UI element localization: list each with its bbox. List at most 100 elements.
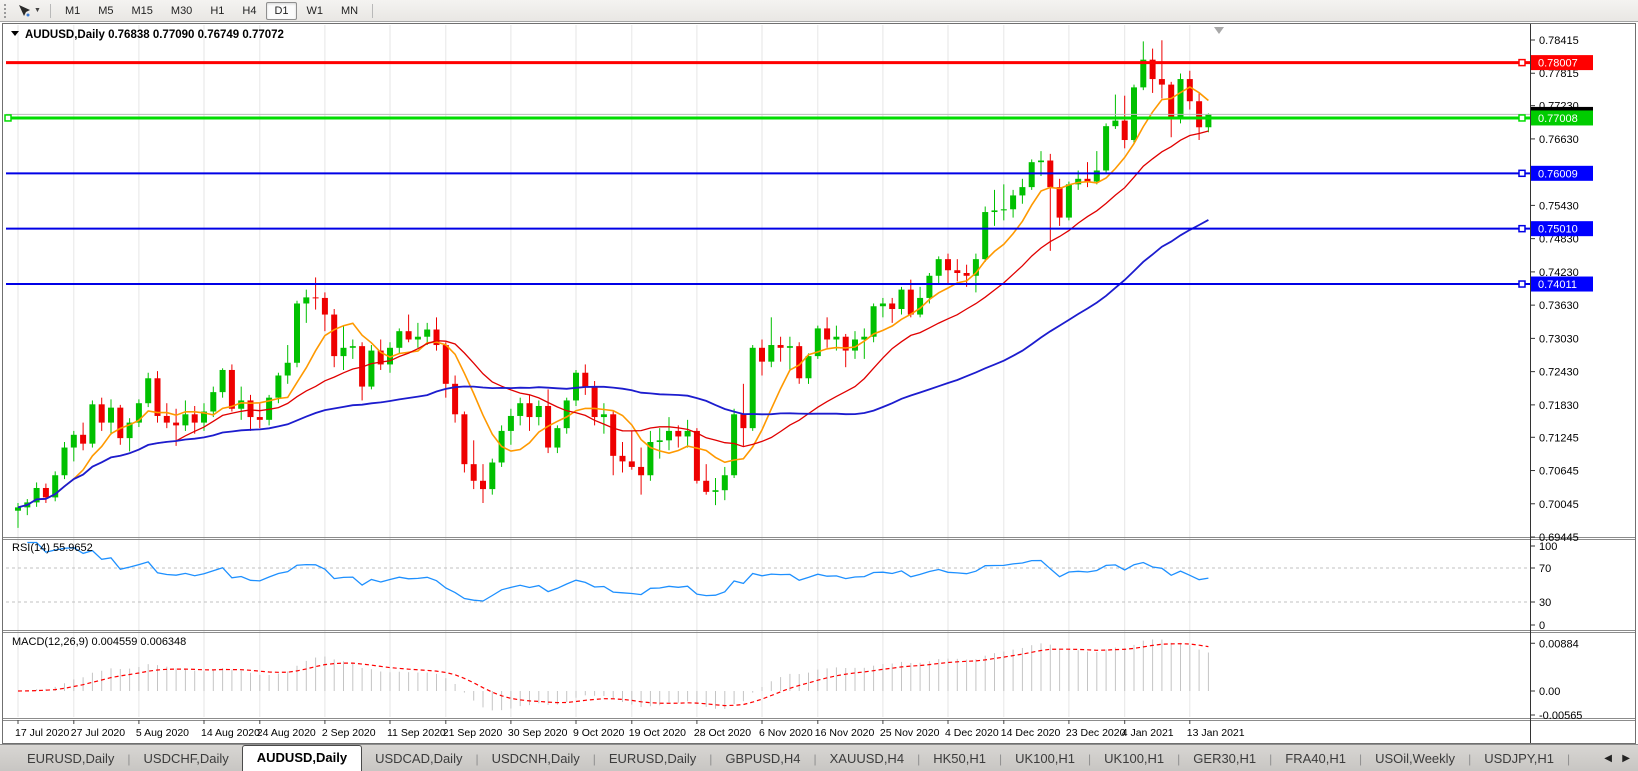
candle-body <box>693 430 700 481</box>
price-tick-label: 0.70045 <box>1539 499 1579 511</box>
chart-title-group: AUDUSD,Daily 0.76838 0.77090 0.76749 0.7… <box>11 29 284 41</box>
line-handle[interactable] <box>1518 114 1526 122</box>
line-handle[interactable] <box>4 114 12 122</box>
date-tick-label: 2 Sep 2020 <box>322 727 376 739</box>
macd-level-label: -0.00565 <box>1539 710 1582 722</box>
tab-usoil-weekly[interactable]: USOil,Weekly <box>1362 747 1468 771</box>
chart-title: AUDUSD,Daily 0.76838 0.77090 0.76749 0.7… <box>25 29 284 41</box>
chart-canvas[interactable]: 0.784150.778150.772300.766300.754300.748… <box>0 0 1638 771</box>
cursor-tool-dropdown-icon[interactable]: ▼ <box>34 7 41 14</box>
candle-body <box>154 378 161 416</box>
line-handle[interactable] <box>1518 58 1526 67</box>
candle-body <box>582 372 589 387</box>
tab-uk100-h1[interactable]: UK100,H1 <box>1002 747 1088 771</box>
candle-body <box>1158 79 1165 85</box>
candle-body <box>108 407 114 423</box>
price-badge-label: 0.77008 <box>1538 113 1578 125</box>
candle-body <box>163 415 170 423</box>
candle-body <box>1000 209 1007 211</box>
line-handle[interactable] <box>1518 280 1526 288</box>
cursor-tool-icon[interactable] <box>15 3 33 19</box>
rsi-level-label: 30 <box>1539 597 1551 609</box>
tab-usdjpy-h1[interactable]: USDJPY,H1 <box>1471 747 1567 771</box>
price-tick-label: 0.73630 <box>1539 300 1579 312</box>
timeframe-button-m30[interactable]: M30 <box>163 2 200 20</box>
candle-body <box>331 314 338 357</box>
tab-scroll-right-icon[interactable]: ▶ <box>1622 753 1630 764</box>
candle-body <box>805 356 812 379</box>
tab-fra40-h1[interactable]: FRA40,H1 <box>1272 747 1359 771</box>
trading-terminal-window: { "toolbar": { "cursor_tool": "cursor-to… <box>0 0 1638 771</box>
rsi-level-label: 0 <box>1539 620 1545 632</box>
candle-body <box>1056 187 1063 218</box>
chart-window-background <box>0 22 1638 771</box>
candle-body <box>824 328 831 340</box>
candle-body <box>1093 170 1100 182</box>
timeframe-button-m15[interactable]: M15 <box>124 2 161 20</box>
date-tick-label: 27 Jul 2020 <box>71 727 125 739</box>
candle-body <box>777 345 784 348</box>
candle-body <box>303 297 310 304</box>
candle-body <box>275 375 282 398</box>
tab-usdchf-daily[interactable]: USDCHF,Daily <box>131 747 242 771</box>
tab-ger30-h1[interactable]: GER30,H1 <box>1180 747 1269 771</box>
timeframe-button-m5[interactable]: M5 <box>90 2 121 20</box>
rsi-label: RSI(14) 55.9652 <box>12 542 93 554</box>
candle-body <box>889 303 896 310</box>
candle-body <box>935 259 942 276</box>
tab-xauusd-h4[interactable]: XAUUSD,H4 <box>817 747 917 771</box>
date-tick-label: 14 Aug 2020 <box>201 727 260 739</box>
candle-body <box>424 329 431 337</box>
candle-body <box>284 362 291 376</box>
price-tick-label: 0.73030 <box>1539 333 1579 345</box>
line-handle[interactable] <box>1518 224 1526 233</box>
candle-body <box>1103 126 1110 171</box>
timeframe-button-h4[interactable]: H4 <box>234 2 264 20</box>
tab-usdcad-daily[interactable]: USDCAD,Daily <box>362 747 475 771</box>
date-tick-label: 4 Jan 2021 <box>1122 727 1174 739</box>
candle-body <box>712 490 719 492</box>
tab-scroll-left-icon[interactable]: ◀ <box>1604 753 1612 764</box>
candle-body <box>517 403 524 416</box>
candle-body <box>721 475 728 491</box>
tab-audusd-daily[interactable]: AUDUSD,Daily <box>241 745 363 771</box>
candle-body <box>507 415 514 431</box>
price-tick-label: 0.75430 <box>1539 200 1579 212</box>
tab-gbpusd-h4[interactable]: GBPUSD,H4 <box>712 747 813 771</box>
toolbar-separator <box>372 3 374 18</box>
date-tick-label: 9 Oct 2020 <box>573 727 625 739</box>
date-tick-label: 13 Jan 2021 <box>1187 727 1245 739</box>
date-tick-label: 24 Aug 2020 <box>257 727 316 739</box>
macd-level-label: 0.00 <box>1539 686 1560 698</box>
tab-usdcnh-daily[interactable]: USDCNH,Daily <box>479 747 593 771</box>
toolbar-grip[interactable] <box>4 3 10 18</box>
candle-body <box>1121 120 1128 141</box>
candle-body <box>396 331 403 348</box>
candle-body <box>628 461 635 467</box>
candle-body <box>666 430 672 441</box>
tab-hk50-h1[interactable]: HK50,H1 <box>920 747 999 771</box>
candle-body <box>182 414 189 426</box>
candle-body <box>98 404 105 423</box>
candle-body <box>638 466 645 476</box>
timeframe-button-m1[interactable]: M1 <box>57 2 88 20</box>
tab-eurusd-daily[interactable]: EURUSD,Daily <box>596 747 709 771</box>
tab-dj30-daily[interactable]: DJ30,Daily <box>1570 747 1584 771</box>
candle-body <box>1177 79 1184 118</box>
candle-body <box>210 392 217 412</box>
timeframe-button-mn[interactable]: MN <box>333 2 366 20</box>
date-tick-label: 16 Nov 2020 <box>815 727 875 739</box>
line-handle[interactable] <box>1518 169 1526 178</box>
tab-eurusd-daily[interactable]: EURUSD,Daily <box>14 747 127 771</box>
timeframe-button-h1[interactable]: H1 <box>202 2 232 20</box>
candle-body <box>61 447 68 476</box>
candle-body <box>405 331 412 340</box>
timeframe-button-d1[interactable]: D1 <box>266 1 297 20</box>
toolbar: ▼ M1 M5 M15 M30 H1 H4 D1 W1 MN <box>0 0 1638 22</box>
candle-body <box>1038 160 1044 163</box>
timeframe-button-w1[interactable]: W1 <box>299 2 332 20</box>
candle-body <box>442 345 449 384</box>
tab-uk100-h1[interactable]: UK100,H1 <box>1091 747 1177 771</box>
candle-body <box>1010 195 1017 210</box>
candle-body <box>414 336 421 340</box>
